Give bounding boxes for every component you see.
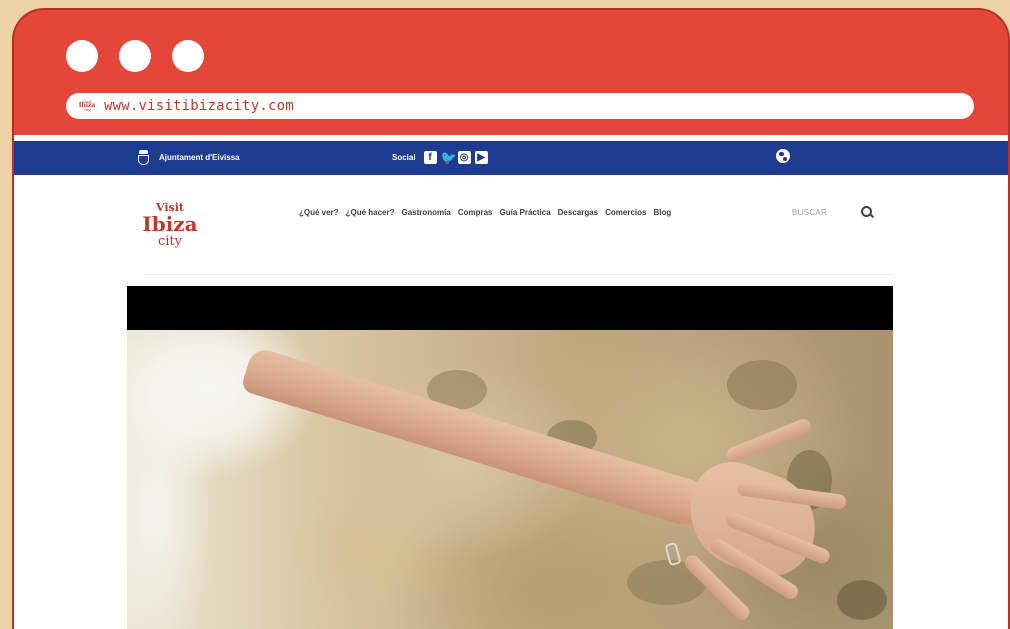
nav-item-comercios[interactable]: Comercios xyxy=(605,208,646,217)
hero-top-band xyxy=(127,286,893,330)
nav-item-blog[interactable]: Blog xyxy=(654,208,672,217)
address-bar[interactable]: Visit Ibiza city www.visitibizacity.com xyxy=(66,93,974,119)
page-viewport: Ajuntament d'Eivissa Social f 🐦 ◎ ▶ Visi… xyxy=(14,135,1008,629)
window-dot-maximize[interactable] xyxy=(172,40,204,72)
rock-texture xyxy=(837,580,887,620)
youtube-icon[interactable]: ▶ xyxy=(474,151,488,164)
arm-shape xyxy=(240,346,713,531)
url-text[interactable]: www.visitibizacity.com xyxy=(104,98,294,114)
favicon-line3: city xyxy=(83,107,91,113)
search-icon[interactable] xyxy=(861,206,873,218)
ayuntamiento-label: Ajuntament d'Eivissa xyxy=(159,153,240,162)
window-controls xyxy=(66,40,204,72)
hero-image xyxy=(127,330,893,629)
twitter-icon[interactable]: 🐦 xyxy=(441,151,457,164)
ayuntamiento-link[interactable]: Ajuntament d'Eivissa xyxy=(138,150,240,165)
logo-line3: city xyxy=(157,234,182,249)
window-dot-minimize[interactable] xyxy=(119,40,151,72)
nav-item-compras[interactable]: Compras xyxy=(458,208,493,217)
window-dot-close[interactable] xyxy=(66,40,98,72)
main-nav: ¿Qué ver? ¿Qué hacer? Gastronomía Compra… xyxy=(299,208,749,217)
search-input[interactable]: BUSCAR xyxy=(792,208,827,217)
browser-window: Visit Ibiza city www.visitibizacity.com … xyxy=(12,8,1010,629)
nav-item-que-ver[interactable]: ¿Qué ver? xyxy=(299,208,339,217)
site-logo[interactable]: Visit Ibiza city xyxy=(140,202,200,248)
social-label: Social xyxy=(392,153,416,162)
facebook-icon[interactable]: f xyxy=(423,151,437,164)
favicon-icon: Visit Ibiza city xyxy=(78,100,96,113)
top-bar: Ajuntament d'Eivissa Social f 🐦 ◎ ▶ xyxy=(14,141,1008,175)
nav-item-guia-practica[interactable]: Guía Práctica xyxy=(500,208,551,217)
header-divider xyxy=(144,274,894,275)
rock-texture xyxy=(727,360,797,410)
logo-line2: Ibiza xyxy=(142,212,198,236)
nav-item-descargas[interactable]: Descargas xyxy=(558,208,598,217)
instagram-icon[interactable]: ◎ xyxy=(457,151,471,164)
nav-item-que-hacer[interactable]: ¿Qué hacer? xyxy=(346,208,395,217)
globe-icon[interactable] xyxy=(776,149,790,163)
nav-item-gastronomia[interactable]: Gastronomía xyxy=(401,208,450,217)
social-links: Social f 🐦 ◎ ▶ xyxy=(392,151,488,164)
crest-icon xyxy=(138,150,149,165)
